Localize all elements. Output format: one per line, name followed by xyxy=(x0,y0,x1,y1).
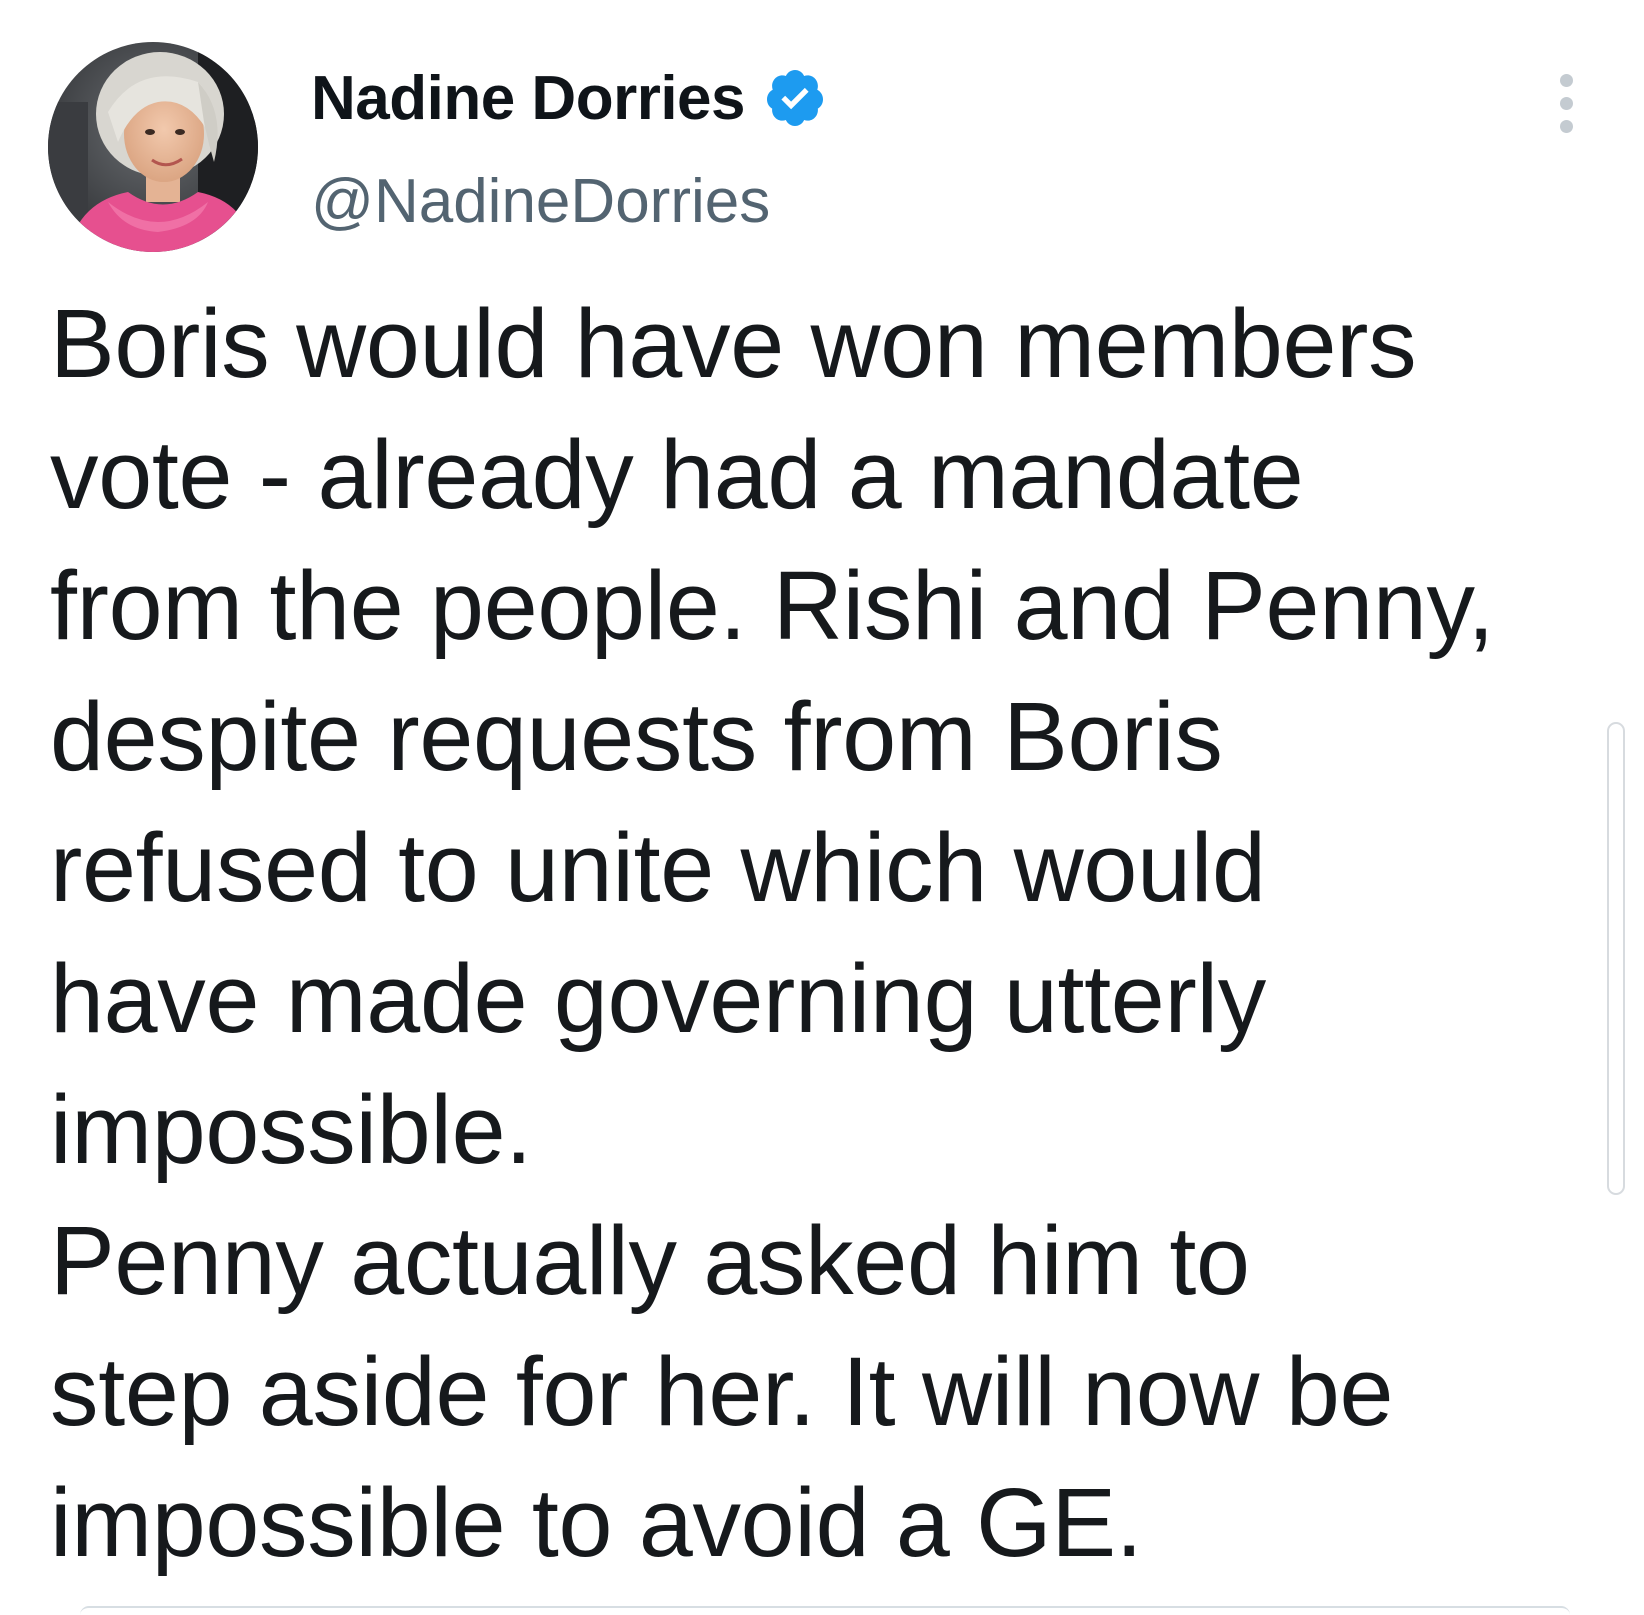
tweet-text-line: from the people. Rishi and Penny, xyxy=(50,551,1495,660)
avatar-image xyxy=(48,42,258,252)
tweet-text-line: Boris would have won members xyxy=(50,289,1417,398)
more-options-icon[interactable] xyxy=(1546,74,1586,138)
author-handle[interactable]: @NadineDorries xyxy=(311,166,770,237)
tweet-text-line: vote - already had a mandate xyxy=(50,420,1304,529)
tweet-text-line: impossible. xyxy=(50,1075,532,1184)
tweet-text-line: impossible to avoid a GE. xyxy=(50,1468,1143,1577)
tweet-body: Boris would have won members vote - alre… xyxy=(50,278,1590,1588)
verified-badge-icon xyxy=(763,66,827,130)
tweet-text-line: step aside for her. It will now be xyxy=(50,1337,1394,1446)
bottom-card-edge xyxy=(80,1606,1570,1615)
tweet-text-line: despite requests from Boris xyxy=(50,682,1223,791)
author-display-name[interactable]: Nadine Dorries xyxy=(311,63,746,134)
author-name-row: Nadine Dorries xyxy=(311,58,827,138)
avatar[interactable] xyxy=(48,42,258,252)
tweet-text-line: have made governing utterly xyxy=(50,944,1266,1053)
tweet-card: Nadine Dorries @NadineDorries Boris woul… xyxy=(0,0,1644,1615)
tweet-text-line: Penny actually asked him to xyxy=(50,1206,1250,1315)
scrollbar[interactable] xyxy=(1607,722,1625,1195)
tweet-text-line: refused to unite which would xyxy=(50,813,1266,922)
